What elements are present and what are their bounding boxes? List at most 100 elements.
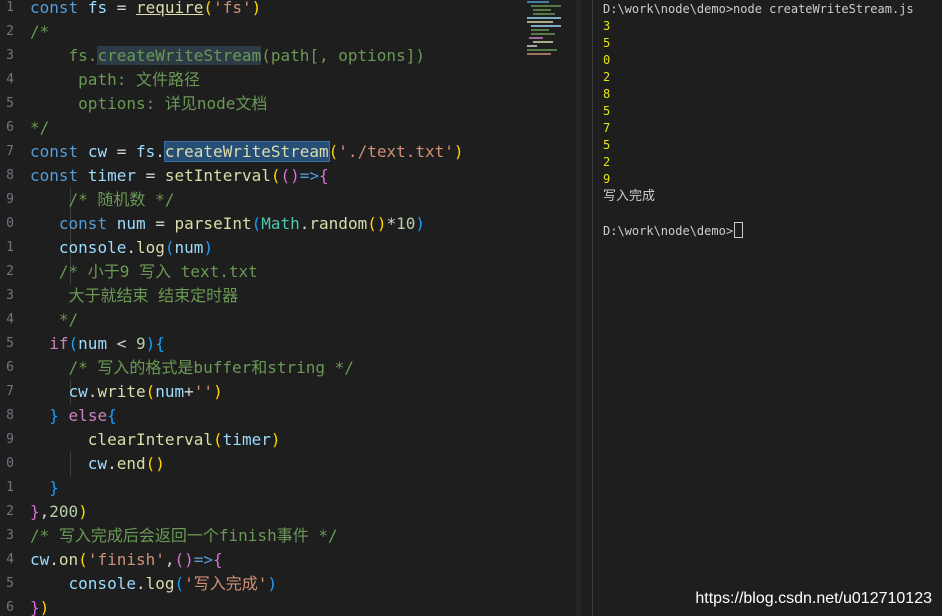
code-line: clearInterval(timer) bbox=[87, 430, 281, 449]
line-number: 2 bbox=[6, 24, 14, 39]
terminal-output-line: 3 bbox=[603, 19, 611, 33]
terminal-output-line: 0 bbox=[603, 53, 611, 67]
terminal-output-line: 5 bbox=[603, 104, 611, 118]
code-line: */ bbox=[30, 116, 526, 140]
function-name: parseInt bbox=[174, 214, 252, 233]
terminal-panel[interactable]: D:\work\node\demo>node createWriteStream… bbox=[593, 0, 942, 616]
function-name: write bbox=[97, 382, 146, 401]
identifier: fs bbox=[135, 142, 156, 161]
keyword: const bbox=[30, 166, 79, 185]
terminal-cursor bbox=[734, 222, 744, 238]
keyword: if bbox=[49, 334, 69, 353]
code-line: /* bbox=[30, 20, 526, 44]
comment: (path[, options]) bbox=[261, 46, 425, 65]
comment: fs. bbox=[68, 46, 98, 65]
identifier: console bbox=[58, 238, 127, 257]
line-number: 1 bbox=[6, 0, 14, 15]
code-line: } else{ bbox=[49, 406, 117, 425]
comment: options: 详见node文档 bbox=[78, 94, 268, 113]
identifier: num bbox=[174, 238, 204, 257]
terminal-output-line: 7 bbox=[603, 121, 611, 135]
line-number: 2 bbox=[6, 504, 14, 519]
string-literal: '写入完成' bbox=[184, 574, 268, 593]
line-number: 6 bbox=[6, 360, 14, 375]
code-line: const num = parseInt(Math.random()*10) bbox=[58, 214, 426, 233]
watermark: https://blog.csdn.net/u012710123 bbox=[695, 590, 932, 607]
terminal-output-line: 5 bbox=[603, 138, 611, 152]
line-number: 3 bbox=[6, 528, 14, 543]
function-name: random bbox=[309, 214, 368, 233]
object-name: Math bbox=[261, 214, 300, 233]
terminal-output-line: 2 bbox=[603, 70, 611, 84]
code-line: /* 写入的格式是buffer和string */ bbox=[30, 356, 526, 380]
code-line: cw.write(num+'') bbox=[68, 382, 223, 401]
terminal-prompt-line[interactable]: D:\work\node\demo> bbox=[603, 222, 744, 239]
identifier: fs bbox=[87, 0, 108, 17]
line-number: 5 bbox=[6, 96, 14, 111]
identifier: cw bbox=[30, 550, 50, 569]
function-name: clearInterval bbox=[87, 430, 214, 449]
comment: /* 随机数 */ bbox=[68, 190, 175, 209]
identifier: timer bbox=[87, 166, 136, 185]
identifier: timer bbox=[222, 430, 271, 449]
comment: 大于就结束 结束定时器 bbox=[68, 286, 239, 305]
comment: path: 文件路径 bbox=[78, 70, 200, 89]
number-literal: 10 bbox=[396, 214, 416, 233]
function-name: on bbox=[58, 550, 79, 569]
vertical-scrollbar[interactable] bbox=[576, 0, 581, 616]
terminal-command-line: D:\work\node\demo>node createWriteStream… bbox=[603, 2, 914, 16]
code-line: /* 写入完成后会返回一个finish事件 */ bbox=[30, 524, 526, 548]
code-line: cw.end() bbox=[87, 454, 165, 473]
code-line: console.log(num) bbox=[58, 238, 214, 257]
line-number: 9 bbox=[6, 432, 14, 447]
code-editor[interactable]: 1 2 3 4 5 6 7 8 9 0 1 2 3 4 5 6 7 8 9 0 … bbox=[0, 0, 581, 616]
identifier: cw bbox=[87, 454, 108, 473]
terminal-finish-message: 写入完成 bbox=[603, 189, 656, 204]
comment: /* 写入完成后会返回一个finish事件 */ bbox=[30, 526, 338, 545]
code-line: } bbox=[49, 478, 59, 497]
code-line: }) bbox=[30, 598, 50, 616]
comment: */ bbox=[58, 310, 79, 329]
line-number: 0 bbox=[6, 216, 14, 231]
line-number: 8 bbox=[6, 168, 14, 183]
function-name: log bbox=[145, 574, 175, 593]
comment-word-highlight: createWriteStream bbox=[97, 46, 262, 65]
code-line: const fs = require('fs') bbox=[30, 0, 262, 17]
identifier: cw bbox=[87, 142, 108, 161]
function-name: require bbox=[135, 0, 204, 17]
code-line: if(num < 9){ bbox=[49, 334, 165, 353]
selected-function-name[interactable]: createWriteStream bbox=[163, 141, 330, 162]
code-line: console.log('写入完成') bbox=[68, 574, 278, 593]
line-number: 8 bbox=[6, 408, 14, 423]
terminal-output-line: 2 bbox=[603, 155, 611, 169]
comment: /* bbox=[30, 22, 50, 41]
line-number: 5 bbox=[6, 336, 14, 351]
comment: */ bbox=[30, 118, 50, 137]
line-number: 4 bbox=[6, 72, 14, 87]
line-number: 4 bbox=[6, 552, 14, 567]
string-literal: '' bbox=[193, 382, 214, 401]
code-line: const cw = fs.createWriteStream('./text.… bbox=[30, 141, 464, 162]
identifier: num bbox=[155, 382, 185, 401]
code-line: /* 随机数 */ bbox=[30, 188, 526, 212]
string-literal: './text.txt' bbox=[338, 142, 454, 161]
minimap[interactable] bbox=[527, 0, 575, 60]
line-number-gutter: 1 2 3 4 5 6 7 8 9 0 1 2 3 4 5 6 7 8 9 0 … bbox=[0, 0, 14, 616]
line-number: 5 bbox=[6, 576, 14, 591]
keyword: const bbox=[30, 0, 79, 17]
function-name: log bbox=[135, 238, 165, 257]
identifier: console bbox=[68, 574, 136, 593]
terminal-output-line: 5 bbox=[603, 36, 611, 50]
keyword: const bbox=[30, 142, 79, 161]
line-number: 9 bbox=[6, 192, 14, 207]
comment: /* 小于9 写入 text.txt bbox=[58, 262, 258, 281]
number-literal: 200 bbox=[49, 502, 79, 521]
code-line: fs.createWriteStream(path[, options]) bbox=[30, 44, 526, 68]
identifier: cw bbox=[68, 382, 88, 401]
string-literal: 'fs' bbox=[213, 0, 252, 17]
line-number: 2 bbox=[6, 264, 14, 279]
identifier: num bbox=[78, 334, 108, 353]
string-literal: 'finish' bbox=[87, 550, 165, 569]
code-line: /* 小于9 写入 text.txt bbox=[30, 260, 526, 284]
code-line: const timer = setInterval(()=>{ bbox=[30, 166, 329, 185]
